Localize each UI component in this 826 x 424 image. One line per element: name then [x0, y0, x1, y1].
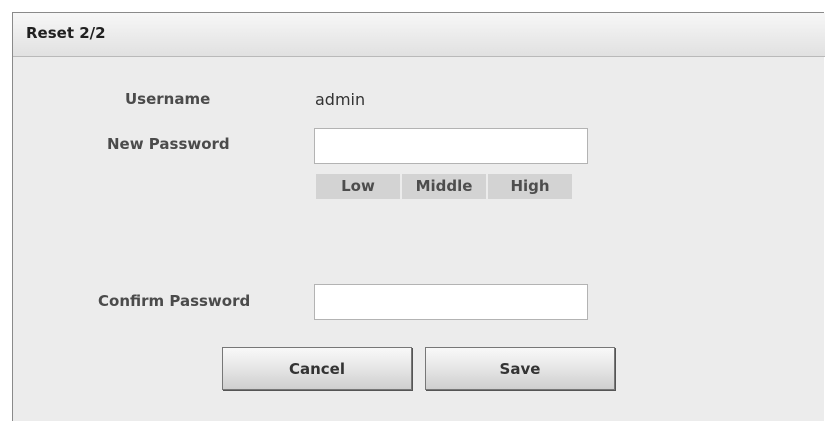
strength-middle: Middle: [402, 174, 486, 199]
password-strength-meter: Low Middle High: [316, 174, 572, 199]
new-password-field[interactable]: [314, 128, 588, 164]
strength-low: Low: [316, 174, 400, 199]
confirm-password-label: Confirm Password: [98, 292, 251, 310]
username-value: admin: [315, 90, 366, 109]
new-password-label: New Password: [107, 135, 230, 153]
save-button[interactable]: Save: [425, 347, 615, 390]
dialog-title: Reset 2/2: [26, 24, 106, 42]
username-label: Username: [125, 90, 211, 108]
dialog-titlebar: Reset 2/2: [13, 13, 825, 57]
strength-high: High: [488, 174, 572, 199]
cancel-button[interactable]: Cancel: [222, 347, 412, 390]
reset-dialog: Reset 2/2 Username admin New Password Lo…: [12, 12, 825, 421]
confirm-password-field[interactable]: [314, 284, 588, 320]
